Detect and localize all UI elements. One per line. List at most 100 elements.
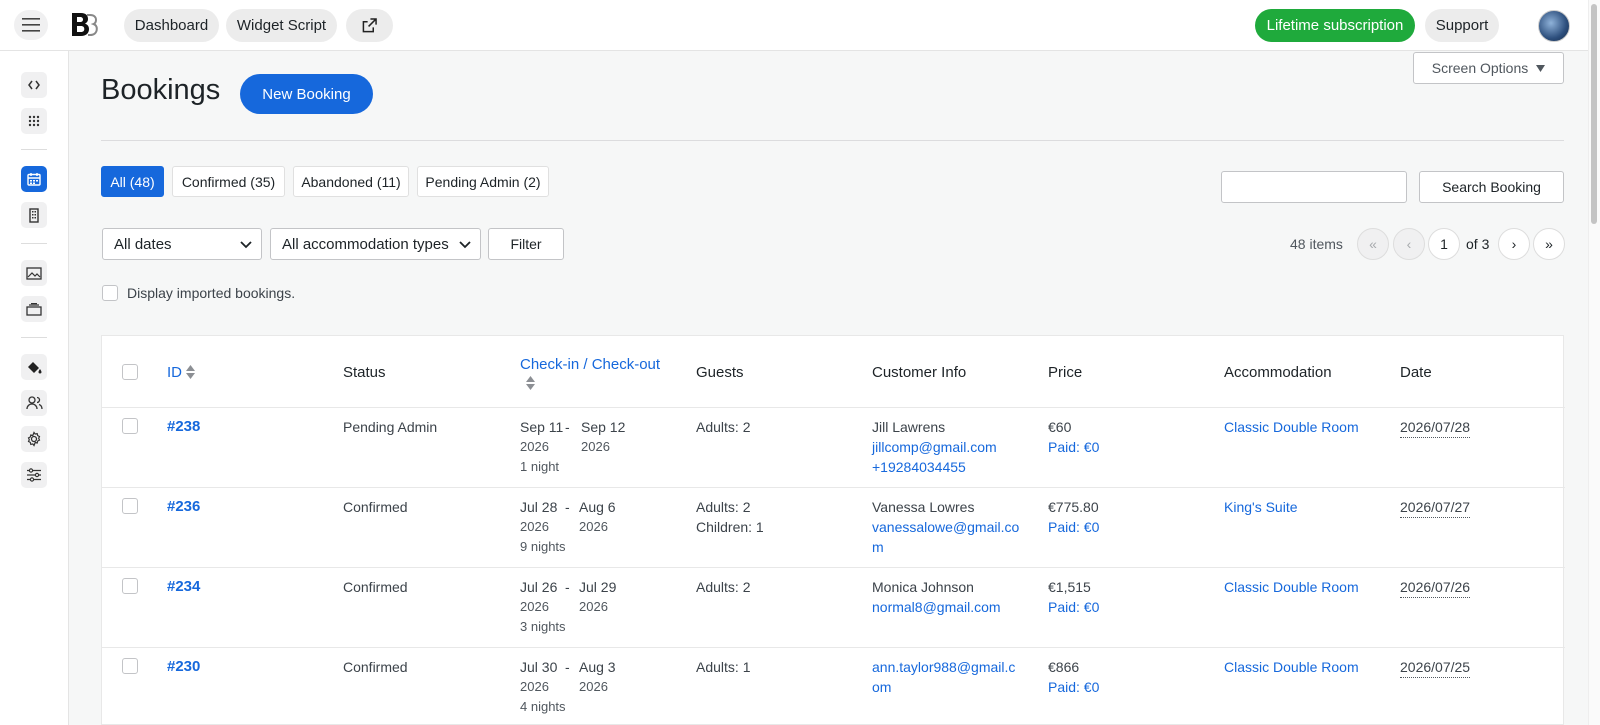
- filter-abandoned[interactable]: Abandoned (11): [293, 166, 409, 197]
- filter-confirmed[interactable]: Confirmed (35): [172, 166, 285, 197]
- booking-id-link[interactable]: #236: [167, 497, 200, 517]
- accommodation-link[interactable]: King's Suite: [1224, 497, 1298, 517]
- table-row[interactable]: #236 Confirmed Jul 28 2026 - Aug 6 2026 …: [102, 487, 1565, 567]
- next-page-button[interactable]: ›: [1498, 228, 1530, 260]
- customer-email-wrap[interactable]: om: [872, 677, 891, 697]
- customer-email[interactable]: vanessalowe@gmail.co: [872, 517, 1019, 537]
- grid-dots-icon: [28, 115, 40, 127]
- price: €866: [1048, 659, 1080, 675]
- support-button[interactable]: Support: [1425, 9, 1499, 42]
- calendar-icon: [27, 173, 41, 186]
- checkin-date: Jul 26: [520, 579, 558, 595]
- booking-date: 2026/07/28: [1400, 417, 1471, 438]
- lifetime-subscription-button[interactable]: Lifetime subscription: [1255, 9, 1415, 42]
- rail-design-button[interactable]: [21, 354, 47, 380]
- checkin-year: 2026: [520, 599, 549, 614]
- checkin-date: Jul 28: [520, 499, 558, 515]
- image-icon: [26, 266, 42, 280]
- dashboard-button[interactable]: Dashboard: [124, 9, 219, 42]
- layers-icon: [26, 302, 42, 316]
- accommodation-link[interactable]: Classic Double Room: [1224, 417, 1359, 437]
- sort-icon[interactable]: [526, 375, 535, 391]
- brand-logo[interactable]: [70, 12, 98, 38]
- rail-customers-button[interactable]: [21, 390, 47, 416]
- display-imported-checkbox[interactable]: [102, 285, 118, 301]
- scrollbar-thumb[interactable]: [1591, 4, 1597, 224]
- last-page-button[interactable]: »: [1533, 228, 1565, 260]
- accommodation-select[interactable]: All accommodation types: [270, 228, 481, 260]
- checkin-date: Sep 11: [520, 419, 564, 435]
- bookings-table: ID Status Check-in / Check-out Guests Cu…: [101, 335, 1565, 725]
- booking-id-link[interactable]: #230: [167, 657, 200, 677]
- current-page-input[interactable]: 1: [1428, 228, 1460, 260]
- customer-email[interactable]: normal8@gmail.com: [872, 597, 1001, 617]
- header-id[interactable]: ID: [167, 364, 182, 381]
- users-icon: [25, 396, 43, 410]
- date-separator: -: [565, 499, 570, 515]
- customer-phone[interactable]: +19284034455: [872, 457, 966, 477]
- page-title: Bookings: [101, 74, 221, 106]
- filter-pending-admin[interactable]: Pending Admin (2): [417, 166, 549, 197]
- avatar[interactable]: [1538, 10, 1570, 42]
- checkout-year: 2026: [579, 599, 608, 614]
- accommodation-link[interactable]: Classic Double Room: [1224, 577, 1359, 597]
- booking-id-link[interactable]: #234: [167, 577, 200, 597]
- external-link-button[interactable]: [346, 9, 393, 42]
- accommodation-link[interactable]: Classic Double Room: [1224, 657, 1359, 677]
- total-pages: of 3: [1466, 236, 1490, 252]
- row-checkbox[interactable]: [122, 658, 138, 674]
- row-checkbox[interactable]: [122, 498, 138, 514]
- header-guests: Guests: [696, 364, 744, 381]
- filter-button[interactable]: Filter: [488, 228, 564, 260]
- rail-code-button[interactable]: [21, 72, 47, 98]
- customer-email[interactable]: jillcomp@gmail.com: [872, 437, 997, 457]
- table-row[interactable]: #238 Pending Admin Sep 11 2026 - Sep 12 …: [102, 407, 1565, 487]
- rail-bookings-button[interactable]: [21, 166, 47, 192]
- screen-options-label: Screen Options: [1431, 60, 1529, 76]
- chevron-down-icon: [240, 241, 252, 249]
- prev-page-button[interactable]: ‹: [1393, 228, 1425, 260]
- sort-icon[interactable]: [186, 364, 195, 380]
- items-count: 48 items: [1290, 236, 1343, 252]
- header-checkin-checkout[interactable]: Check-in / Check-out: [520, 356, 660, 373]
- customer-email[interactable]: ann.taylor988@gmail.c: [872, 657, 1015, 677]
- dates-select[interactable]: All dates: [102, 228, 262, 260]
- top-bar: Dashboard Widget Script Lifetime subscri…: [0, 0, 1600, 51]
- gear-icon: [27, 431, 41, 447]
- nights: 3 nights: [520, 619, 566, 634]
- nights: 4 nights: [520, 699, 566, 714]
- select-all-checkbox[interactable]: [122, 364, 138, 380]
- guests-adults: Adults: 2: [696, 499, 751, 515]
- accommodation-select-value: All accommodation types: [282, 235, 449, 253]
- search-input[interactable]: [1221, 171, 1407, 203]
- rail-accommodation-button[interactable]: [21, 202, 47, 228]
- search-booking-button[interactable]: Search Booking: [1419, 171, 1564, 203]
- customer-email-wrap[interactable]: m: [872, 537, 884, 557]
- rail-options-button[interactable]: [21, 462, 47, 488]
- booking-id-link[interactable]: #238: [167, 417, 200, 437]
- row-checkbox[interactable]: [122, 578, 138, 594]
- screen-options-button[interactable]: Screen Options: [1413, 52, 1564, 84]
- paid-amount: Paid: €0: [1048, 519, 1100, 535]
- widget-script-button[interactable]: Widget Script: [226, 9, 337, 42]
- paid-amount: Paid: €0: [1048, 439, 1100, 455]
- rail-apps-button[interactable]: [21, 108, 47, 134]
- rail-settings-button[interactable]: [21, 426, 47, 452]
- rail-media-button[interactable]: [21, 260, 47, 286]
- guests-children: Children: 1: [696, 519, 764, 535]
- left-rail: [0, 51, 69, 725]
- table-row[interactable]: #230 Confirmed Jul 30 2026 - Aug 3 2026 …: [102, 647, 1565, 725]
- first-page-button[interactable]: «: [1357, 228, 1389, 260]
- menu-toggle-button[interactable]: [14, 10, 48, 40]
- checkout-year: 2026: [581, 439, 610, 454]
- filter-all[interactable]: All (48): [101, 166, 164, 197]
- guests-adults: Adults: 2: [696, 419, 751, 435]
- new-booking-button[interactable]: New Booking: [240, 74, 373, 114]
- row-checkbox[interactable]: [122, 418, 138, 434]
- checkout-date: Aug 6: [579, 499, 616, 515]
- guests-adults: Adults: 1: [696, 659, 751, 675]
- rail-layers-button[interactable]: [21, 296, 47, 322]
- date-separator: -: [565, 579, 570, 595]
- paid-amount: Paid: €0: [1048, 679, 1100, 695]
- table-row[interactable]: #234 Confirmed Jul 26 2026 - Jul 29 2026…: [102, 567, 1565, 647]
